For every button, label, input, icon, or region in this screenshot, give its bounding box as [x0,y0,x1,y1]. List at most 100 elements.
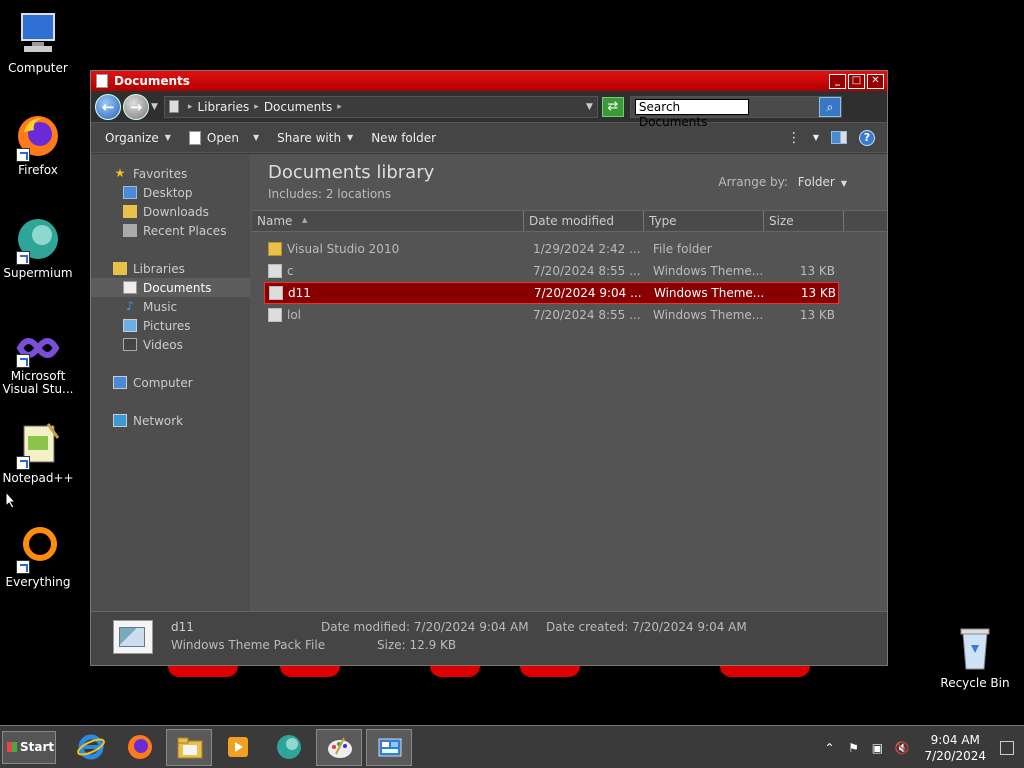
network-icon [113,414,127,427]
breadcrumb-libraries[interactable]: Libraries [197,100,249,114]
nav-computer[interactable]: Computer [91,373,250,392]
column-header-date[interactable]: Date modified [524,211,644,231]
nav-videos[interactable]: Videos [91,335,250,354]
network-icon[interactable]: ▣ [870,741,884,755]
details-file-name: d11 [171,620,194,634]
taskbar-paint[interactable] [316,729,362,766]
show-desktop-button[interactable] [1000,740,1014,755]
notepadpp-icon [14,420,62,470]
open-button[interactable]: Open ▼ [188,130,259,145]
volume-muted-icon[interactable]: 🔇 [894,741,909,755]
desktop-icon-visual-studio[interactable]: Microsoft Visual Stu... [0,330,76,396]
arrange-by-dropdown[interactable]: Folder ▼ [798,175,847,189]
column-header-size[interactable]: Size [764,211,844,231]
nav-network[interactable]: Network [91,411,250,430]
refresh-button[interactable]: ⇄ [601,96,624,117]
locations-link[interactable]: 2 locations [326,187,391,201]
file-name: Visual Studio 2010 [287,242,400,256]
file-row[interactable]: Visual Studio 2010 1/29/2024 2:42 ... Fi… [264,238,839,260]
system-tray: ⌃ ⚑ ▣ 🔇 9:04 AM 7/20/2024 [822,726,1014,768]
desktop-icon-notepadpp[interactable]: Notepad++ [0,420,76,485]
theme-file-icon [269,286,283,300]
sort-arrow-icon: ▲ [302,216,308,224]
nav-recent-places[interactable]: Recent Places [91,221,250,240]
desktop-icon-everything[interactable]: Everything [0,524,76,589]
nav-pictures[interactable]: Pictures [91,316,250,335]
show-hidden-icons-button[interactable]: ⌃ [822,741,836,755]
preview-pane-icon[interactable] [831,131,847,144]
file-row[interactable]: lol 7/20/2024 8:55 ... Windows Theme... … [264,304,839,326]
nav-documents[interactable]: Documents [91,278,250,297]
column-headers: Name ▲ Date modified Type Size [252,210,887,232]
paint-palette-icon [328,737,352,758]
share-with-label: Share with [277,130,342,145]
organize-button[interactable]: Organize ▼ [105,131,171,145]
nav-label: Music [143,299,178,314]
nav-label: Computer [133,375,193,390]
new-folder-button[interactable]: New folder [371,131,436,145]
desktop-icon-firefox[interactable]: Firefox [0,112,76,177]
desktop-icon-label: Supermium [3,266,73,280]
change-view-icon[interactable]: ⋮ [787,130,801,146]
taskbar-firefox[interactable] [117,729,163,766]
desktop-icon-label: Notepad++ [2,471,74,485]
nav-downloads[interactable]: Downloads [91,202,250,221]
nav-desktop[interactable]: Desktop [91,183,250,202]
column-header-name[interactable]: Name ▲ [252,211,524,231]
share-with-button[interactable]: Share with ▼ [277,131,353,145]
breadcrumb-documents[interactable]: Documents [264,100,332,114]
nav-libraries[interactable]: Libraries [91,259,250,278]
desktop-icon-recycle-bin[interactable]: Recycle Bin [937,625,1013,690]
clock[interactable]: 9:04 AM 7/20/2024 [924,732,986,764]
recent-pages-dropdown-icon[interactable]: ▼ [151,102,158,112]
chevron-down-icon: ▼ [347,133,354,142]
file-row[interactable]: c 7/20/2024 8:55 ... Windows Theme... 13… [264,260,839,282]
maximize-button[interactable]: □ [848,73,865,89]
action-center-flag-icon[interactable]: ⚑ [846,741,860,755]
close-button[interactable]: ✕ [867,73,884,89]
taskbar-media-player[interactable] [215,729,261,766]
nav-label: Desktop [143,185,193,200]
nav-label: Network [133,413,184,428]
everything-icon [14,524,62,574]
taskbar-control-panel[interactable] [366,729,412,766]
explorer-window[interactable]: Documents _ □ ✕ ← → ▼ ▸ Libraries ▸ Docu… [90,70,888,666]
desktop-icon-supermium[interactable]: Supermium [0,215,76,280]
desktop-icon-computer[interactable]: Computer [0,10,76,75]
minimize-button[interactable]: _ [829,73,846,89]
nav-label: Downloads [143,204,209,219]
theme-file-icon [268,264,282,278]
chevron-down-icon: ▼ [840,179,847,188]
start-button[interactable]: Start [2,731,56,764]
file-name: lol [287,308,302,322]
folder-icon [268,242,282,256]
forward-button[interactable]: → [123,93,149,120]
nav-favorites[interactable]: ★ Favorites [91,164,250,183]
column-header-type[interactable]: Type [644,211,764,231]
computer-icon [113,376,127,389]
nav-music[interactable]: ♪ Music [91,297,250,316]
taskbar-explorer[interactable] [166,729,212,766]
file-row-selected[interactable]: d11 7/20/2024 9:04 ... Windows Theme... … [264,282,839,304]
firefox-icon [128,735,152,759]
file-type: Windows Theme... [653,264,764,278]
back-button[interactable]: ← [95,93,121,120]
search-input[interactable]: Search Documents [634,98,749,129]
view-options-dropdown-icon[interactable]: ▼ [813,133,819,142]
taskbar-supermium[interactable] [266,729,312,766]
search-box[interactable]: Search Documents ⌕ [629,95,842,129]
file-list-pane: Documents library Includes: 2 locations … [252,154,887,612]
theme-file-large-icon [113,620,153,654]
window-titlebar[interactable]: Documents _ □ ✕ [91,71,887,91]
file-name: c [287,264,294,278]
document-icon [96,74,108,88]
search-icon[interactable]: ⌕ [818,96,841,117]
command-bar: Organize ▼ Open ▼ Share with ▼ New folder ⋮… [91,123,887,153]
address-dropdown-icon[interactable]: ▼ [586,102,593,112]
file-date: 7/20/2024 8:55 ... [533,264,641,278]
details-file-type: Windows Theme Pack File [171,638,326,652]
help-icon[interactable]: ? [859,129,875,146]
shortcut-arrow-icon [16,354,30,368]
taskbar-internet-explorer[interactable] [68,729,114,766]
address-bar[interactable]: ▸ Libraries ▸ Documents ▸ ▼ [163,95,598,118]
